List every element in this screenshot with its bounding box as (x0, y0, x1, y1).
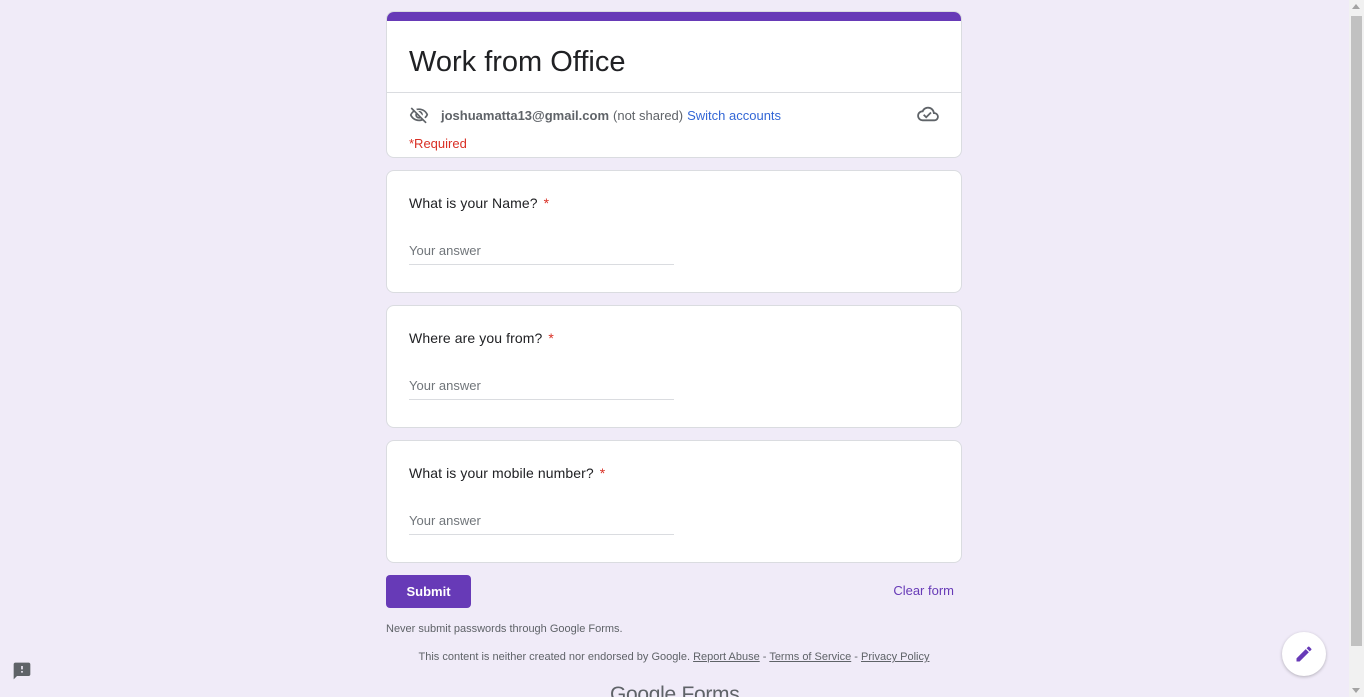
submit-button[interactable]: Submit (386, 575, 471, 608)
form-header-card: Work from Office joshuamatta13@gmail.com… (386, 11, 962, 158)
question-card-mobile: What is your mobile number? * Your answe… (386, 440, 962, 563)
answer-input-location[interactable]: Your answer (409, 378, 674, 400)
question-label: Where are you from? * (387, 306, 961, 346)
required-note: *Required (409, 136, 467, 151)
separator: - (759, 651, 770, 663)
disclaimer-text: This content is neither created nor endo… (418, 651, 691, 663)
scrollbar-thumb[interactable] (1351, 16, 1362, 646)
question-label: What is your Name? * (387, 171, 961, 211)
account-row: joshuamatta13@gmail.com (not shared) Swi… (387, 93, 961, 125)
required-star: * (599, 465, 606, 481)
report-icon[interactable] (12, 661, 32, 681)
question-text: Where are you from? (409, 330, 543, 346)
cloud-done-icon (917, 106, 939, 122)
shared-status: (not shared) (613, 107, 684, 123)
form-actions: Submit Clear form (386, 575, 962, 615)
answer-input-name[interactable]: Your answer (409, 243, 674, 265)
pencil-icon (1296, 646, 1312, 662)
question-card-name: What is your Name? * Your answer (386, 170, 962, 293)
question-card-location: Where are you from? * Your answer (386, 305, 962, 428)
form-title: Work from Office (409, 46, 626, 78)
edit-fab-button[interactable] (1282, 632, 1326, 676)
scroll-up-icon[interactable] (1352, 4, 1360, 9)
required-star: * (548, 330, 554, 346)
privacy-link[interactable]: Privacy Policy (861, 651, 929, 663)
visibility-off-icon (409, 107, 429, 124)
question-text: What is your Name? (409, 195, 538, 211)
brand-text: Google Forms (610, 683, 740, 697)
switch-accounts-link[interactable]: Switch accounts (687, 108, 781, 123)
question-text: What is your mobile number? (409, 465, 594, 481)
answer-input-mobile[interactable]: Your answer (409, 513, 674, 535)
google-forms-logo: Google Forms (610, 683, 740, 697)
question-label: What is your mobile number? * (387, 441, 961, 481)
scroll-down-icon[interactable] (1352, 688, 1360, 693)
password-warning: Never submit passwords through Google Fo… (386, 623, 623, 635)
required-star: * (543, 195, 550, 211)
account-email: joshuamatta13@gmail.com (441, 107, 610, 123)
separator: - (851, 651, 862, 663)
form-container: Work from Office joshuamatta13@gmail.com… (386, 11, 962, 615)
clear-form-button[interactable]: Clear form (893, 583, 954, 598)
report-abuse-link[interactable]: Report Abuse (693, 651, 760, 663)
terms-link[interactable]: Terms of Service (769, 651, 851, 663)
accent-bar (387, 12, 961, 21)
page-scrollbar[interactable] (1349, 0, 1364, 697)
footer-disclaimer: This content is neither created nor endo… (386, 651, 962, 663)
